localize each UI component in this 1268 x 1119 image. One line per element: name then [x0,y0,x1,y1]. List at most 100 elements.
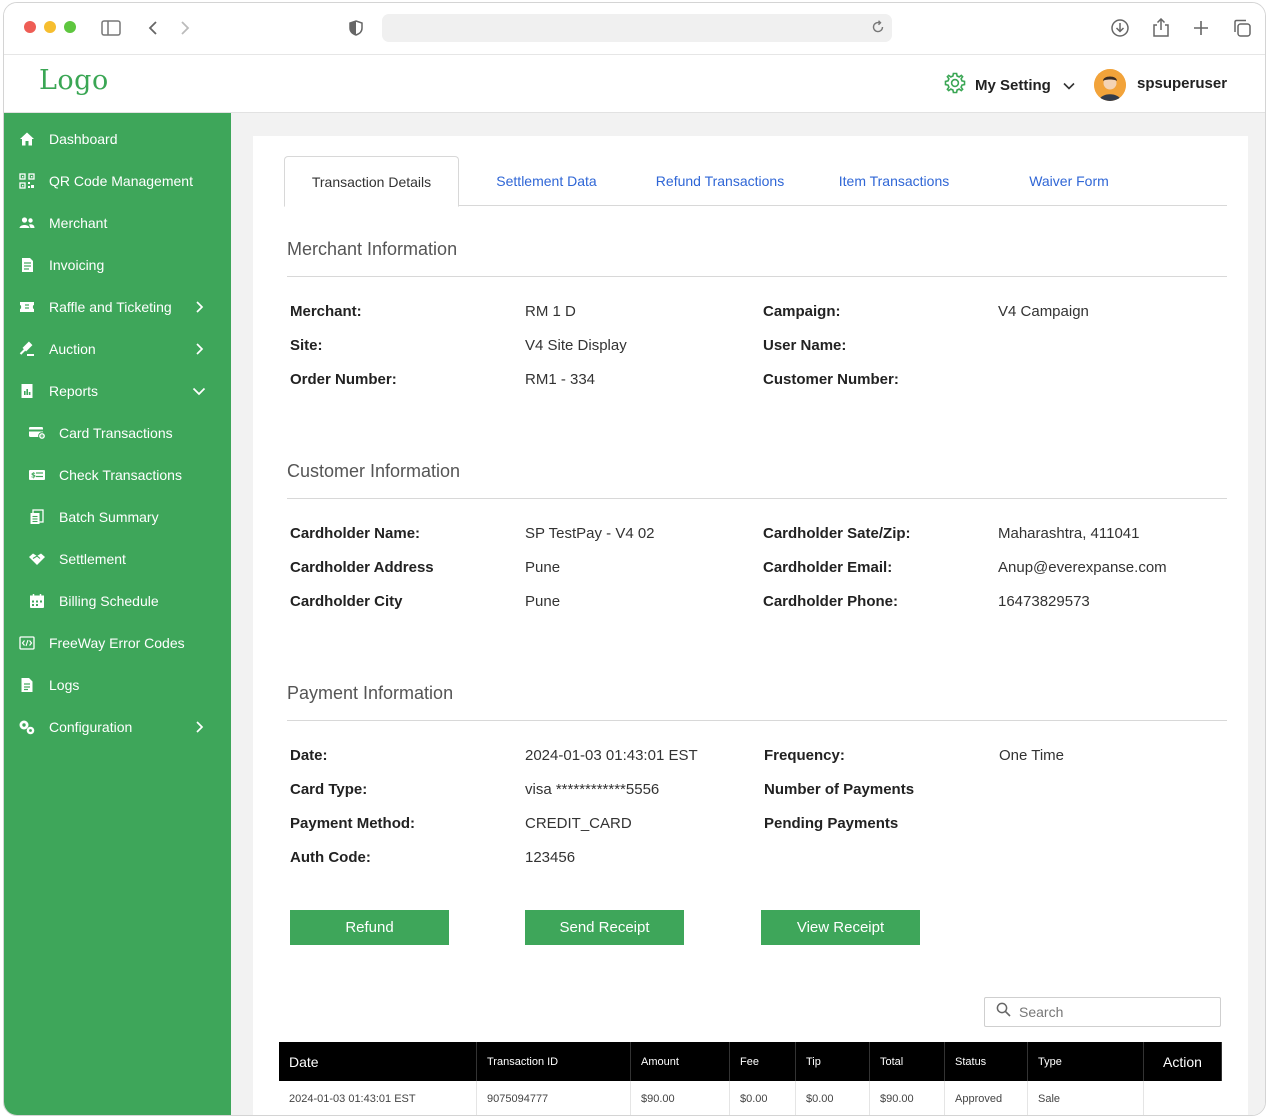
column-header-status[interactable]: Status [945,1042,1028,1081]
calendar-icon [28,592,46,610]
cardholder-address-label: Cardholder Address [290,559,434,576]
cardholder-phone-label: Cardholder Phone: [763,593,899,610]
sidebar-item-label: Invoicing [49,257,105,273]
sidebar-item-label: Check Transactions [59,467,182,483]
tab-item-transactions[interactable]: Item Transactions [819,156,969,206]
new-tab-plus-icon[interactable] [1190,17,1212,39]
sidebar-item-dashboard[interactable]: Dashboard [4,121,231,157]
users-icon [18,214,36,232]
column-header-total[interactable]: Total [870,1042,945,1081]
column-header-amount[interactable]: Amount [631,1042,730,1081]
sidebar-item-invoicing[interactable]: Invoicing [4,247,231,283]
transactions-table: Date Transaction ID Amount Fee Tip Total… [279,1042,1222,1115]
username[interactable]: spsuperuser [1137,75,1227,92]
column-header-tip[interactable]: Tip [796,1042,870,1081]
column-header-fee[interactable]: Fee [730,1042,796,1081]
sidebar-toggle-icon[interactable] [100,17,122,39]
chevron-right-icon [192,300,206,314]
table-row[interactable]: 2024-01-03 01:43:01 EST 9075094777 $90.0… [279,1081,1222,1115]
search-box[interactable] [984,997,1221,1027]
auth-code-value: 123456 [525,849,576,866]
close-window-button[interactable] [24,21,36,33]
number-of-payments-label: Number of Payments [764,781,915,798]
sidebar-item-settlement[interactable]: Settlement [4,541,231,577]
sidebar-item-merchant[interactable]: Merchant [4,205,231,241]
gavel-icon [18,340,36,358]
avatar[interactable] [1094,69,1126,101]
sidebar-item-label: Merchant [49,215,108,231]
cell-type: Sale [1028,1081,1144,1115]
card-type-value: visa ************5556 [525,781,660,798]
payment-method-value: CREDIT_CARD [525,815,632,832]
tab-transaction-details[interactable]: Transaction Details [284,156,459,207]
sidebar: Dashboard QR Code Management Merchant In… [4,113,231,1115]
minimize-window-button[interactable] [44,21,56,33]
divider [287,276,1227,277]
chevron-right-icon [192,720,206,734]
tab-settlement-data[interactable]: Settlement Data [474,156,619,206]
sidebar-item-batch-summary[interactable]: Batch Summary [4,499,231,535]
sidebar-item-label: Batch Summary [59,509,159,525]
sidebar-item-billing-schedule[interactable]: Billing Schedule [4,583,231,619]
maximize-window-button[interactable] [64,21,76,33]
sidebar-item-label: Billing Schedule [59,593,159,609]
sidebar-item-auction[interactable]: Auction [4,331,231,367]
sidebar-item-configuration[interactable]: Configuration [4,709,231,745]
cardholder-state-zip-label: Cardholder Sate/Zip: [763,525,911,542]
send-receipt-button[interactable]: Send Receipt [525,910,684,945]
column-header-date[interactable]: Date [279,1042,477,1081]
logo[interactable]: Logo [39,65,109,96]
sidebar-item-qr-code-management[interactable]: QR Code Management [4,163,231,199]
merchant-information-title: Merchant Information [287,239,458,259]
order-number-value: RM1 - 334 [525,371,596,388]
sidebar-item-reports[interactable]: Reports [4,373,231,409]
shield-icon[interactable] [345,17,367,39]
cell-transaction-id: 9075094777 [477,1081,631,1115]
code-icon [18,634,36,652]
my-setting-menu[interactable]: My Setting [943,71,1075,100]
customer-number-label: Customer Number: [763,371,899,388]
cardholder-email-label: Cardholder Email: [763,559,893,576]
tab-waiver-form[interactable]: Waiver Form [994,156,1144,206]
share-icon[interactable] [1150,17,1172,39]
sidebar-item-check-transactions[interactable]: $ Check Transactions [4,457,231,493]
tab-refund-transactions[interactable]: Refund Transactions [639,156,801,206]
frequency-label: Frequency: [764,747,845,764]
cell-action[interactable] [1144,1081,1222,1115]
back-arrow-icon[interactable] [142,17,164,39]
column-header-transaction-id[interactable]: Transaction ID [477,1042,631,1081]
sidebar-item-raffle-and-ticketing[interactable]: Raffle and Ticketing [4,289,231,325]
user-name-label: User Name: [763,337,847,354]
payment-method-label: Payment Method: [290,815,416,832]
site-label: Site: [290,337,323,354]
column-header-type[interactable]: Type [1028,1042,1144,1081]
cell-date: 2024-01-03 01:43:01 EST [279,1081,477,1115]
address-bar[interactable] [382,14,892,42]
merchant-value: RM 1 D [525,303,576,320]
search-input[interactable] [1019,1004,1199,1020]
campaign-value: V4 Campaign [998,303,1089,320]
reload-icon[interactable] [870,19,886,40]
customer-information-title: Customer Information [287,461,461,481]
pending-payments-label: Pending Payments [764,815,899,832]
sidebar-item-logs[interactable]: Logs [4,667,231,703]
auth-code-label: Auth Code: [290,849,371,866]
view-receipt-button[interactable]: View Receipt [761,910,920,945]
sidebar-item-card-transactions[interactable]: Card Transactions [4,415,231,451]
sidebar-item-label: Reports [49,383,99,399]
column-header-action: Action [1144,1042,1222,1081]
tab-bar: Transaction Details Settlement Data Refu… [284,156,1227,207]
chevron-down-icon [192,384,206,398]
campaign-label: Campaign: [763,303,841,320]
card-icon [28,424,46,442]
app-header: Logo My Setting spsuperuser [4,55,1265,113]
handshake-icon [28,550,46,568]
download-icon[interactable] [1109,17,1131,39]
refund-button[interactable]: Refund [290,910,449,945]
ticket-icon [18,298,36,316]
sidebar-item-label: Auction [49,341,96,357]
forward-arrow-icon[interactable] [174,17,196,39]
frequency-value: One Time [999,747,1065,764]
tab-overview-icon[interactable] [1231,17,1253,39]
sidebar-item-freeway-error-codes[interactable]: FreeWay Error Codes [4,625,231,661]
